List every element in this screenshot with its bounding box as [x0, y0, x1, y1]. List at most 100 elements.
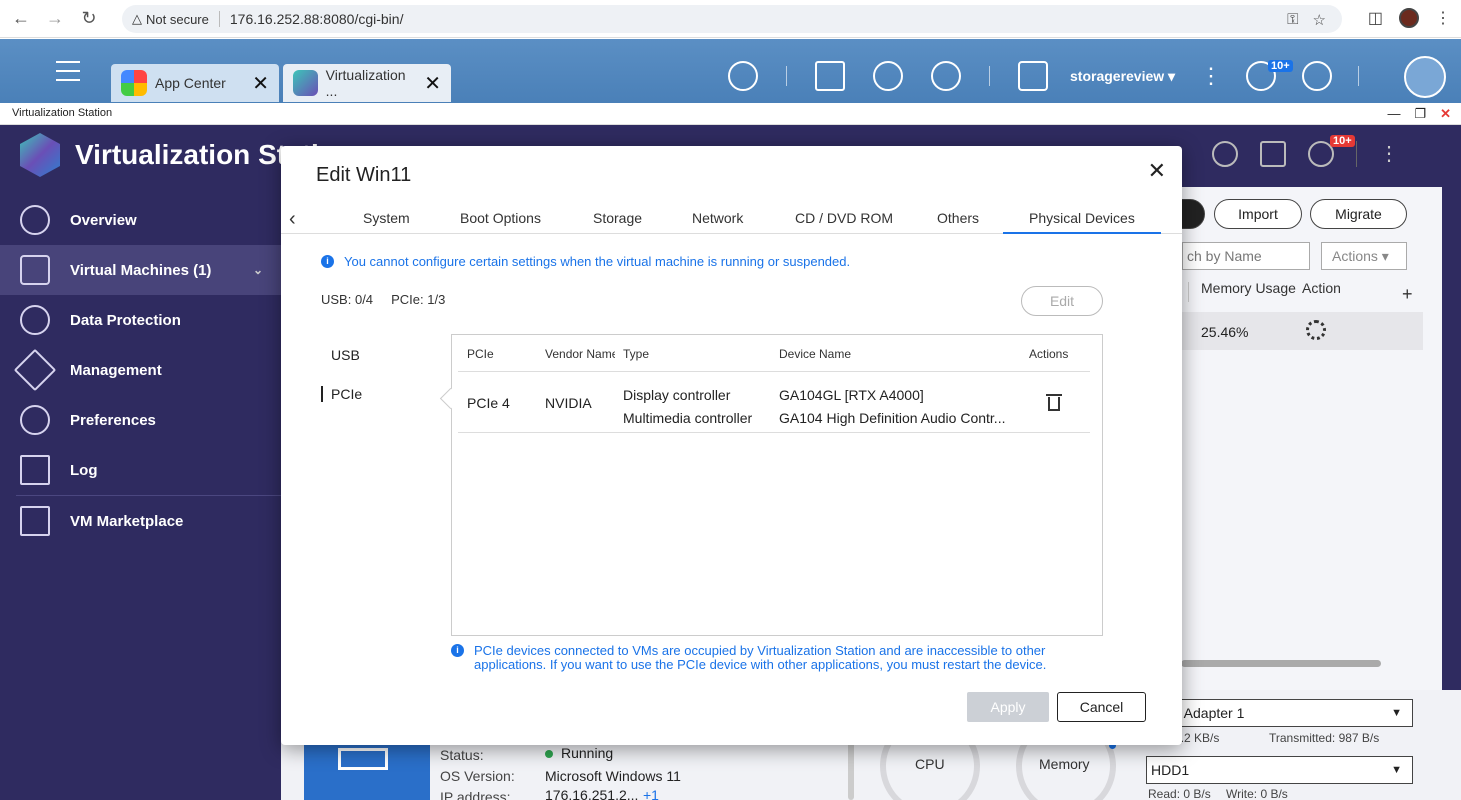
- key-icon[interactable]: ⚿: [1287, 11, 1298, 29]
- cube-icon: [20, 255, 50, 285]
- cancel-button[interactable]: Cancel: [1057, 692, 1146, 722]
- search-input[interactable]: ch by Name: [1182, 242, 1310, 270]
- disk-read: Read: 0 B/s: [1148, 787, 1211, 800]
- notification-badge: 10+: [1268, 60, 1293, 72]
- security-indicator[interactable]: △ Not secure: [132, 11, 220, 27]
- address-bar[interactable]: △ Not secure 176.16.252.88:8080/cgi-bin/…: [122, 5, 1342, 33]
- divider: [989, 66, 990, 86]
- tasks-icon[interactable]: [1260, 141, 1286, 167]
- chevron-down-icon: ▼: [1391, 707, 1402, 719]
- sidepanel-icon[interactable]: ◫: [1368, 8, 1383, 28]
- back-icon[interactable]: ←: [8, 6, 34, 32]
- tab-boot-options[interactable]: Boot Options: [460, 210, 541, 226]
- trash-icon[interactable]: [1046, 394, 1062, 411]
- tab-storage[interactable]: Storage: [593, 210, 642, 226]
- column-memory-usage[interactable]: Memory Usage: [1201, 280, 1296, 296]
- horizontal-scrollbar[interactable]: [1181, 660, 1381, 667]
- close-icon[interactable]: ✕: [424, 71, 441, 96]
- column-type: Type: [623, 347, 650, 361]
- sidebar: Overview Virtual Machines (1) ⌄ Data Prot…: [0, 195, 281, 546]
- column-actions: Actions: [1029, 347, 1069, 361]
- memory-usage-value: 25.46%: [1201, 324, 1249, 340]
- edit-vm-dialog: Edit Win11 ✕ ‹ System Boot Options Stora…: [281, 146, 1182, 745]
- browser-toolbar: ← → ↻ △ Not secure 176.16.252.88:8080/cg…: [0, 0, 1461, 38]
- pcie-count: 1/3: [427, 292, 446, 307]
- os-label: OS Version:: [440, 768, 515, 784]
- gauge-icon[interactable]: [1212, 141, 1238, 167]
- ip-value: 176.16.251.2...: [545, 787, 639, 800]
- main-menu-icon[interactable]: [56, 61, 80, 81]
- close-icon[interactable]: ✕: [252, 71, 269, 96]
- vertical-scrollbar[interactable]: [848, 740, 854, 800]
- sync-icon[interactable]: [873, 61, 903, 91]
- sidebar-item-vm-marketplace[interactable]: VM Marketplace: [0, 496, 281, 546]
- close-window-icon[interactable]: ✕: [1440, 103, 1451, 124]
- chevron-left-icon[interactable]: ‹: [289, 208, 296, 231]
- sidebar-item-preferences[interactable]: Preferences: [0, 395, 281, 445]
- import-button[interactable]: Import: [1214, 199, 1302, 229]
- sidebar-item-virtual-machines[interactable]: Virtual Machines (1) ⌄: [0, 245, 281, 295]
- tab-network[interactable]: Network: [692, 210, 743, 226]
- vendor-name: NVIDIA: [545, 395, 592, 411]
- close-icon[interactable]: ✕: [1148, 158, 1166, 184]
- add-column-icon[interactable]: +: [1402, 284, 1413, 305]
- more-vertical-icon[interactable]: ⋮: [1379, 141, 1399, 167]
- tab-system[interactable]: System: [363, 210, 410, 226]
- windows-logo-icon: [338, 748, 388, 770]
- pcie-slot: PCIe 4: [467, 395, 510, 411]
- star-icon[interactable]: ☆: [1313, 11, 1326, 29]
- disk-select[interactable]: HDD1 ▼: [1146, 756, 1413, 784]
- more-icon[interactable]: ⋮: [1435, 8, 1451, 28]
- dashboard-icon[interactable]: [1302, 61, 1332, 91]
- tab-others[interactable]: Others: [937, 210, 979, 226]
- side-tab-usb[interactable]: USB: [331, 347, 360, 363]
- divider: [786, 66, 787, 86]
- username-menu[interactable]: storagereview ▾: [1070, 68, 1175, 85]
- profile-avatar[interactable]: [1399, 8, 1419, 28]
- gear-icon[interactable]: [1306, 320, 1326, 340]
- tab-app-center[interactable]: App Center ✕: [111, 64, 279, 102]
- actions-dropdown[interactable]: Actions ▾: [1321, 242, 1407, 270]
- search-icon[interactable]: [728, 61, 758, 91]
- divider: [458, 371, 1090, 372]
- cloud-icon[interactable]: [1404, 56, 1446, 98]
- window-titlebar: Virtualization Station — ❐ ✕: [0, 103, 1461, 125]
- minimize-icon[interactable]: —: [1387, 103, 1400, 124]
- column-divider: [1188, 282, 1189, 302]
- forward-icon[interactable]: →: [42, 6, 68, 32]
- tasks-icon[interactable]: [815, 61, 845, 91]
- tab-virtualization[interactable]: Virtualization ... ✕: [283, 64, 451, 102]
- active-tab-indicator: [1003, 232, 1161, 234]
- dialog-title: Edit Win11: [316, 164, 412, 186]
- tab-cd-dvd-rom[interactable]: CD / DVD ROM: [795, 210, 893, 226]
- notification-badge: 10+: [1330, 135, 1355, 147]
- tab-physical-devices[interactable]: Physical Devices: [1029, 210, 1135, 226]
- app-center-icon: [121, 70, 147, 96]
- sidebar-item-data-protection[interactable]: Data Protection: [0, 295, 281, 345]
- shield-icon: [20, 305, 50, 335]
- url-text[interactable]: 176.16.252.88:8080/cgi-bin/: [230, 11, 404, 27]
- side-tab-pcie[interactable]: PCIe: [321, 386, 362, 402]
- edit-button[interactable]: Edit: [1021, 286, 1103, 316]
- bell-icon[interactable]: [931, 61, 961, 91]
- gear-icon: [20, 405, 50, 435]
- apply-button[interactable]: Apply: [967, 692, 1049, 722]
- sidebar-item-overview[interactable]: Overview: [0, 195, 281, 245]
- device-type: Multimedia controller: [623, 410, 753, 426]
- status-label: Status:: [440, 747, 484, 763]
- migrate-button[interactable]: Migrate: [1310, 199, 1407, 229]
- sidebar-item-log[interactable]: Log: [0, 445, 281, 495]
- user-icon[interactable]: [1018, 61, 1048, 91]
- reload-icon[interactable]: ↻: [76, 6, 102, 32]
- tab-bar: ‹ System Boot Options Storage Network CD…: [281, 204, 1182, 234]
- sidebar-item-management[interactable]: Management: [0, 345, 281, 395]
- running-notice: i You cannot configure certain settings …: [321, 254, 850, 269]
- qts-taskbar: App Center ✕ Virtualization ... ✕ storag…: [0, 39, 1461, 103]
- cpu-label: CPU: [915, 756, 945, 772]
- ip-more-link[interactable]: +1: [643, 787, 659, 800]
- pcie-footer-notice: i PCIe devices connected to VMs are occu…: [451, 644, 1091, 672]
- network-adapter-select[interactable]: work Adapter 1 ▼: [1146, 699, 1413, 727]
- maximize-icon[interactable]: ❐: [1414, 103, 1426, 124]
- more-vertical-icon[interactable]: ⋮: [1200, 63, 1222, 89]
- chevron-down-icon: ▼: [1391, 764, 1402, 776]
